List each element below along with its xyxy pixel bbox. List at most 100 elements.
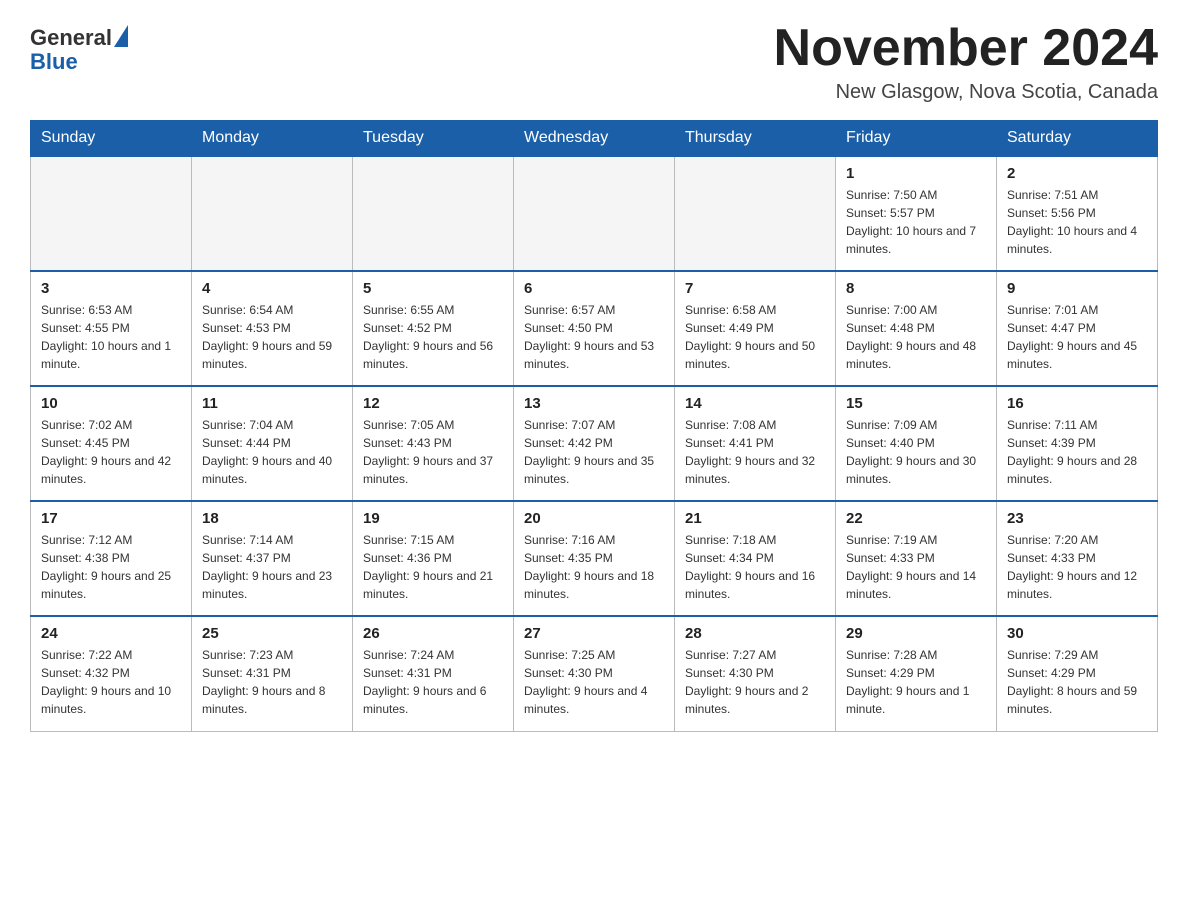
day-number: 16 [1007,395,1147,412]
day-info: Sunrise: 7:28 AMSunset: 4:29 PMDaylight:… [846,646,986,718]
calendar-cell-w1-d2: 5Sunrise: 6:55 AMSunset: 4:52 PMDaylight… [353,271,514,386]
day-number: 7 [685,280,825,297]
day-number: 14 [685,395,825,412]
calendar-cell-w0-d6: 2 Sunrise: 7:51 AMSunset: 5:56 PMDaylight… [997,156,1158,271]
day-info: Sunrise: 7:12 AMSunset: 4:38 PMDaylight:… [41,531,181,603]
day-info: Sunrise: 7:16 AMSunset: 4:35 PMDaylight:… [524,531,664,603]
day-number: 6 [524,280,664,297]
calendar-cell-w2-d3: 13Sunrise: 7:07 AMSunset: 4:42 PMDayligh… [514,386,675,501]
day-info: Sunrise: 7:00 AMSunset: 4:48 PMDaylight:… [846,301,986,373]
day-info: Sunrise: 7:02 AMSunset: 4:45 PMDaylight:… [41,416,181,488]
day-info: Sunrise: 7:08 AMSunset: 4:41 PMDaylight:… [685,416,825,488]
calendar-cell-w3-d2: 19 Sunrise: 7:15 AMSunset: 4:36 PMDayligh… [353,501,514,616]
day-number: 21 [685,510,825,527]
calendar-cell-w4-d5: 29 Sunrise: 7:28 AMSunset: 4:29 PMDayligh… [836,616,997,731]
calendar-cell-w1-d1: 4 Sunrise: 6:54 AMSunset: 4:53 PMDaylight… [192,271,353,386]
day-info: Sunrise: 6:58 AMSunset: 4:49 PMDaylight:… [685,301,825,373]
calendar-row-4: 24 Sunrise: 7:22 AMSunset: 4:32 PMDayligh… [31,616,1158,731]
header-saturday: Saturday [997,121,1158,157]
day-number: 11 [202,395,342,412]
month-title: November 2024 [774,20,1158,77]
calendar-cell-w2-d4: 14 Sunrise: 7:08 AMSunset: 4:41 PMDayligh… [675,386,836,501]
calendar-cell-w4-d3: 27Sunrise: 7:25 AMSunset: 4:30 PMDayligh… [514,616,675,731]
day-number: 4 [202,280,342,297]
header-friday: Friday [836,121,997,157]
calendar-cell-w4-d2: 26 Sunrise: 7:24 AMSunset: 4:31 PMDayligh… [353,616,514,731]
title-area: November 2024 New Glasgow, Nova Scotia, … [774,20,1158,104]
day-number: 30 [1007,625,1147,642]
calendar-cell-w0-d1 [192,156,353,271]
logo-blue: Blue [30,50,128,74]
header-monday: Monday [192,121,353,157]
day-info: Sunrise: 6:55 AMSunset: 4:52 PMDaylight:… [363,301,503,373]
day-info: Sunrise: 7:27 AMSunset: 4:30 PMDaylight:… [685,646,825,718]
day-number: 25 [202,625,342,642]
day-number: 26 [363,625,503,642]
day-number: 29 [846,625,986,642]
day-info: Sunrise: 7:15 AMSunset: 4:36 PMDaylight:… [363,531,503,603]
day-info: Sunrise: 7:24 AMSunset: 4:31 PMDaylight:… [363,646,503,718]
day-info: Sunrise: 7:09 AMSunset: 4:40 PMDaylight:… [846,416,986,488]
calendar-table: Sunday Monday Tuesday Wednesday Thursday… [30,120,1158,732]
calendar-cell-w0-d4 [675,156,836,271]
day-number: 20 [524,510,664,527]
day-number: 23 [1007,510,1147,527]
calendar-cell-w2-d0: 10 Sunrise: 7:02 AMSunset: 4:45 PMDayligh… [31,386,192,501]
calendar-row-0: 1Sunrise: 7:50 AMSunset: 5:57 PMDaylight… [31,156,1158,271]
day-info: Sunrise: 6:57 AMSunset: 4:50 PMDaylight:… [524,301,664,373]
weekday-header-row: Sunday Monday Tuesday Wednesday Thursday… [31,121,1158,157]
day-info: Sunrise: 7:20 AMSunset: 4:33 PMDaylight:… [1007,531,1147,603]
day-info: Sunrise: 7:04 AMSunset: 4:44 PMDaylight:… [202,416,342,488]
day-info: Sunrise: 7:23 AMSunset: 4:31 PMDaylight:… [202,646,342,718]
day-number: 12 [363,395,503,412]
day-info: Sunrise: 7:18 AMSunset: 4:34 PMDaylight:… [685,531,825,603]
day-info: Sunrise: 7:51 AMSunset: 5:56 PMDaylight:… [1007,186,1147,258]
day-number: 2 [1007,165,1147,182]
day-number: 17 [41,510,181,527]
calendar-cell-w4-d6: 30 Sunrise: 7:29 AMSunset: 4:29 PMDayligh… [997,616,1158,731]
day-info: Sunrise: 6:54 AMSunset: 4:53 PMDaylight:… [202,301,342,373]
day-number: 9 [1007,280,1147,297]
page-header: General Blue November 2024 New Glasgow, … [30,20,1158,104]
day-info: Sunrise: 7:07 AMSunset: 4:42 PMDaylight:… [524,416,664,488]
day-number: 1 [846,165,986,182]
day-info: Sunrise: 7:01 AMSunset: 4:47 PMDaylight:… [1007,301,1147,373]
calendar-cell-w3-d1: 18Sunrise: 7:14 AMSunset: 4:37 PMDayligh… [192,501,353,616]
calendar-cell-w3-d6: 23 Sunrise: 7:20 AMSunset: 4:33 PMDayligh… [997,501,1158,616]
calendar-cell-w0-d5: 1Sunrise: 7:50 AMSunset: 5:57 PMDaylight… [836,156,997,271]
calendar-cell-w2-d5: 15 Sunrise: 7:09 AMSunset: 4:40 PMDayligh… [836,386,997,501]
calendar-cell-w3-d4: 21 Sunrise: 7:18 AMSunset: 4:34 PMDayligh… [675,501,836,616]
calendar-cell-w3-d3: 20 Sunrise: 7:16 AMSunset: 4:35 PMDayligh… [514,501,675,616]
day-info: Sunrise: 7:25 AMSunset: 4:30 PMDaylight:… [524,646,664,718]
calendar-cell-w4-d0: 24 Sunrise: 7:22 AMSunset: 4:32 PMDayligh… [31,616,192,731]
day-info: Sunrise: 7:14 AMSunset: 4:37 PMDaylight:… [202,531,342,603]
day-info: Sunrise: 6:53 AMSunset: 4:55 PMDaylight:… [41,301,181,373]
day-number: 24 [41,625,181,642]
day-info: Sunrise: 7:22 AMSunset: 4:32 PMDaylight:… [41,646,181,718]
calendar-cell-w3-d0: 17 Sunrise: 7:12 AMSunset: 4:38 PMDayligh… [31,501,192,616]
calendar-cell-w1-d5: 8Sunrise: 7:00 AMSunset: 4:48 PMDaylight… [836,271,997,386]
calendar-cell-w0-d2 [353,156,514,271]
calendar-cell-w4-d4: 28 Sunrise: 7:27 AMSunset: 4:30 PMDayligh… [675,616,836,731]
calendar-row-3: 17 Sunrise: 7:12 AMSunset: 4:38 PMDayligh… [31,501,1158,616]
day-number: 22 [846,510,986,527]
day-number: 10 [41,395,181,412]
header-tuesday: Tuesday [353,121,514,157]
calendar-row-2: 10 Sunrise: 7:02 AMSunset: 4:45 PMDayligh… [31,386,1158,501]
day-number: 15 [846,395,986,412]
calendar-cell-w2-d2: 12Sunrise: 7:05 AMSunset: 4:43 PMDayligh… [353,386,514,501]
day-info: Sunrise: 7:11 AMSunset: 4:39 PMDaylight:… [1007,416,1147,488]
logo: General Blue [30,20,128,74]
calendar-cell-w3-d5: 22 Sunrise: 7:19 AMSunset: 4:33 PMDayligh… [836,501,997,616]
day-info: Sunrise: 7:19 AMSunset: 4:33 PMDaylight:… [846,531,986,603]
calendar-cell-w2-d1: 11 Sunrise: 7:04 AMSunset: 4:44 PMDayligh… [192,386,353,501]
calendar-cell-w0-d0 [31,156,192,271]
day-info: Sunrise: 7:29 AMSunset: 4:29 PMDaylight:… [1007,646,1147,718]
calendar-cell-w4-d1: 25 Sunrise: 7:23 AMSunset: 4:31 PMDayligh… [192,616,353,731]
calendar-cell-w1-d4: 7 Sunrise: 6:58 AMSunset: 4:49 PMDaylight… [675,271,836,386]
day-number: 19 [363,510,503,527]
logo-general: General [30,26,112,50]
calendar-cell-w0-d3 [514,156,675,271]
day-number: 28 [685,625,825,642]
logo-triangle-icon [114,25,128,47]
